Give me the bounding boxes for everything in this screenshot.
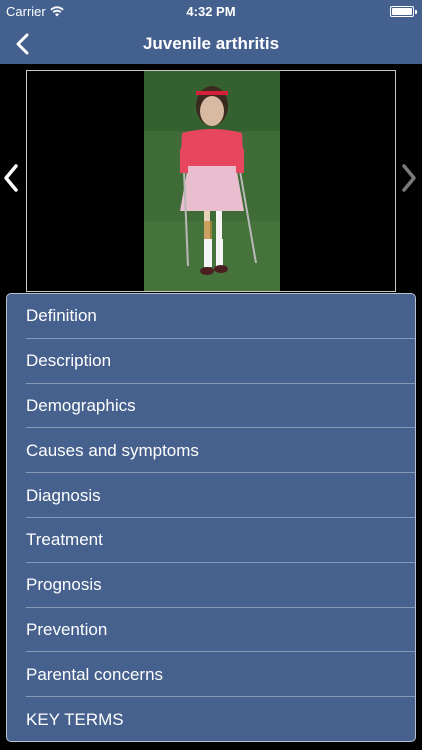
menu-item-key-terms[interactable]: KEY TERMS [7,697,415,741]
menu-item-parental-concerns[interactable]: Parental concerns [7,652,415,697]
menu-item-label: Treatment [26,530,103,550]
image-gallery[interactable] [0,64,422,296]
menu-item-description[interactable]: Description [7,339,415,384]
status-time: 4:32 PM [186,4,236,19]
topic-menu: Definition Description Demographics Caus… [6,293,416,742]
chevron-right-icon [402,164,416,192]
menu-item-label: Definition [26,306,97,326]
menu-item-prevention[interactable]: Prevention [7,608,415,653]
menu-item-definition[interactable]: Definition [7,294,415,339]
menu-item-demographics[interactable]: Demographics [7,384,415,429]
image-frame [26,70,396,292]
patient-photo [144,71,280,291]
menu-item-causes-and-symptoms[interactable]: Causes and symptoms [7,428,415,473]
next-image-button[interactable] [398,160,420,196]
page-title: Juvenile arthritis [142,34,280,53]
menu-item-label: Parental concerns [26,664,164,684]
status-bar: Carrier 4:32 PM [0,0,422,24]
menu-item-label: Description [26,351,112,371]
menu-item-label: Causes and symptoms [26,440,199,460]
chevron-left-icon [4,164,18,192]
navigation-bar: Juvenile arthritis [0,24,422,64]
menu-item-label: KEY TERMS [26,709,124,729]
menu-item-label: Prevention [26,619,108,639]
menu-item-label: Diagnosis [26,485,101,505]
battery-icon [390,6,417,17]
previous-image-button[interactable] [0,160,22,196]
menu-item-diagnosis[interactable]: Diagnosis [7,473,415,518]
menu-item-treatment[interactable]: Treatment [7,518,415,563]
menu-item-label: Prognosis [26,575,102,595]
menu-item-prognosis[interactable]: Prognosis [7,563,415,608]
menu-item-label: Demographics [26,395,136,415]
